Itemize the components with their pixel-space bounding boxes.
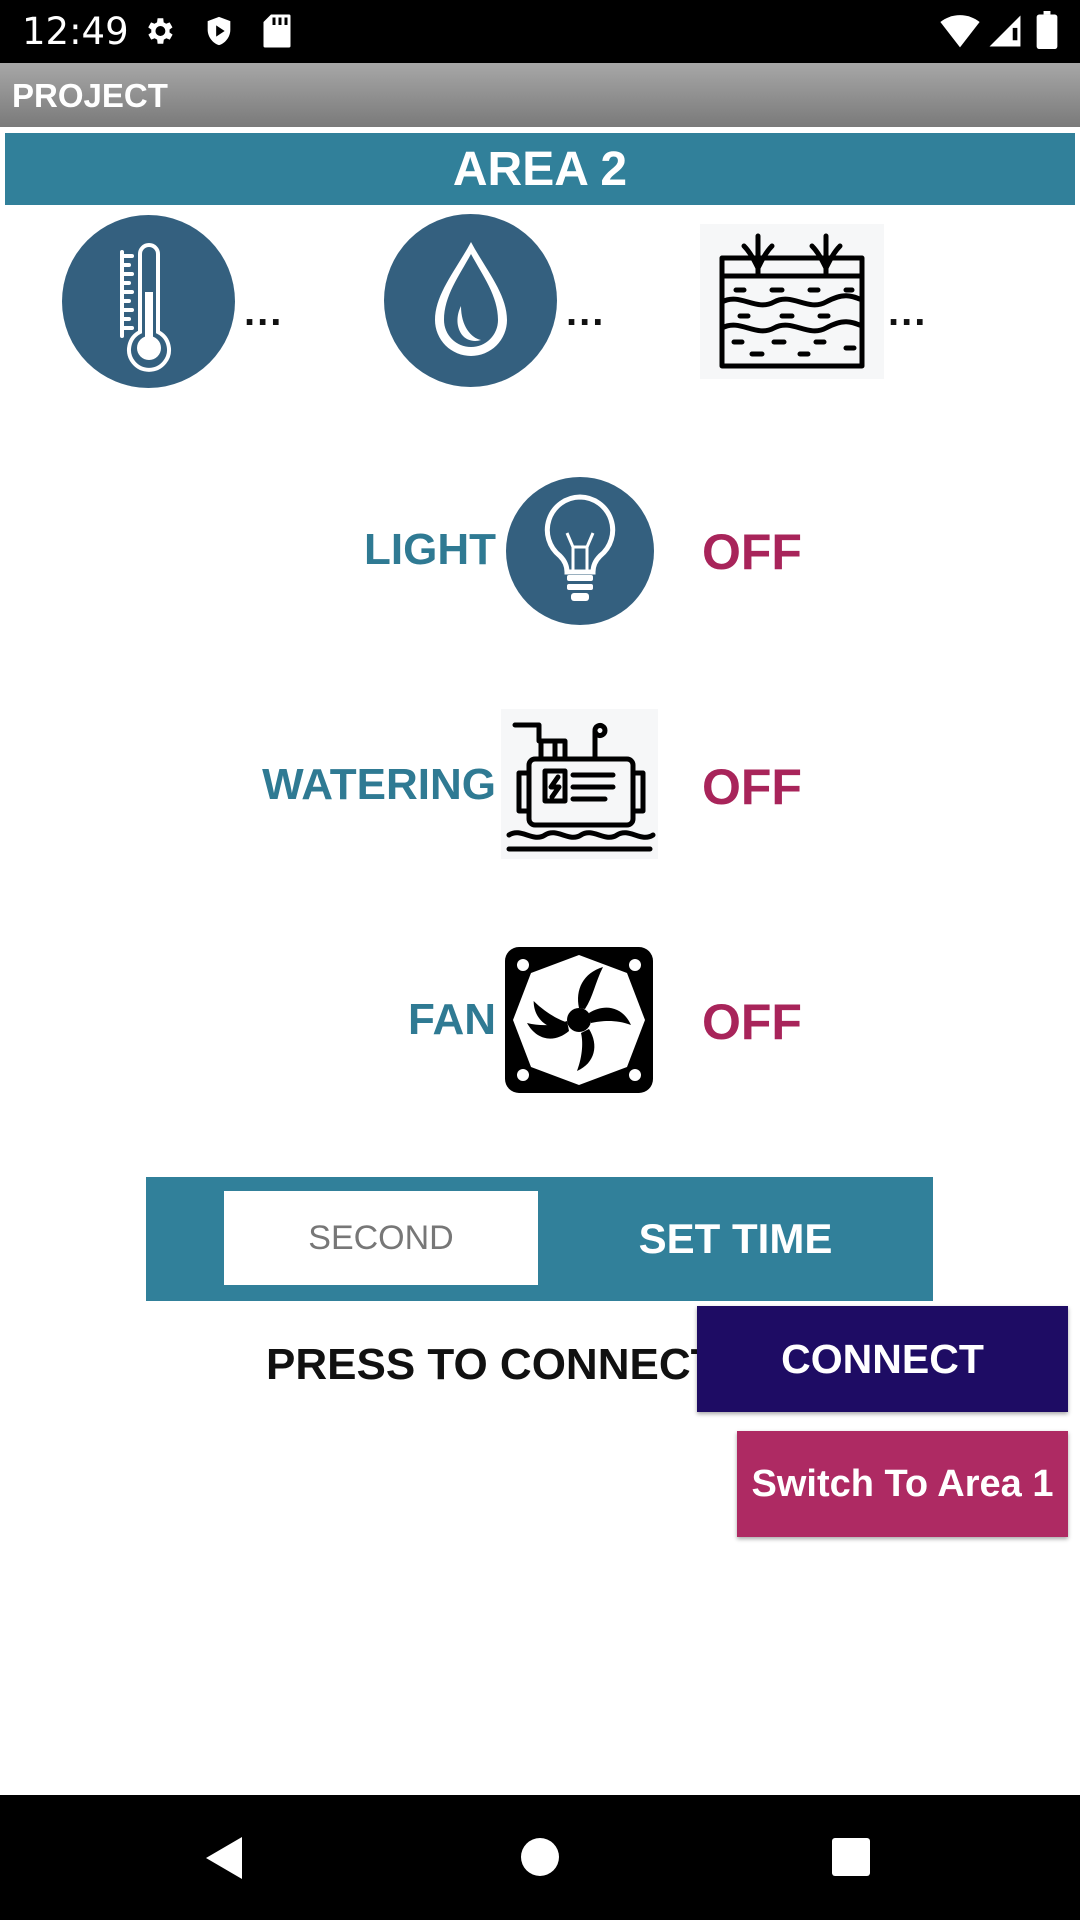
seconds-input[interactable] <box>224 1191 538 1285</box>
switch-area-button[interactable]: Switch To Area 1 <box>737 1431 1068 1537</box>
app-bar: PROJECT <box>0 63 1080 127</box>
fan-icon <box>505 947 653 1093</box>
watering-toggle[interactable] <box>501 709 658 859</box>
connect-prompt: PRESS TO CONNECT <box>266 1340 718 1389</box>
watering-state: OFF <box>702 759 802 815</box>
fan-label: FAN <box>408 995 496 1044</box>
watering-label: WATERING <box>262 760 496 809</box>
settings-gear-icon <box>148 18 173 44</box>
light-state: OFF <box>702 524 802 580</box>
timer-panel: SET TIME <box>146 1177 933 1301</box>
thermometer-icon <box>119 242 171 372</box>
connect-button[interactable]: CONNECT <box>697 1306 1068 1412</box>
light-label: LIGHT <box>364 525 496 574</box>
soil-moisture-value: ... <box>888 290 928 334</box>
soil-irrigation-icon <box>719 233 865 369</box>
set-time-button[interactable]: SET TIME <box>538 1177 933 1301</box>
status-bar: 12:49 <box>0 0 1080 63</box>
soil-moisture-sensor <box>700 224 884 379</box>
shield-play-icon <box>207 16 231 46</box>
humidity-sensor <box>384 214 557 387</box>
light-toggle[interactable] <box>506 477 654 625</box>
back-icon[interactable] <box>204 1835 244 1881</box>
home-icon[interactable] <box>520 1837 560 1877</box>
status-time: 12:49 <box>22 10 129 53</box>
temperature-sensor <box>62 215 235 388</box>
fan-toggle[interactable] <box>503 945 655 1095</box>
recents-icon[interactable] <box>831 1837 871 1877</box>
humidity-value: ... <box>566 290 606 334</box>
app-title: PROJECT <box>12 77 168 114</box>
fan-state: OFF <box>702 994 802 1050</box>
temperature-value: ... <box>244 290 284 334</box>
area-title: AREA 2 <box>5 133 1075 205</box>
water-drop-icon <box>434 241 507 356</box>
battery-icon <box>1036 11 1058 49</box>
light-bulb-icon <box>544 494 616 601</box>
water-pump-icon <box>506 722 656 852</box>
sd-card-icon <box>263 14 291 48</box>
wifi-icon <box>940 15 980 48</box>
navigation-bar <box>0 1795 1080 1920</box>
cellular-signal-icon <box>989 15 1021 47</box>
